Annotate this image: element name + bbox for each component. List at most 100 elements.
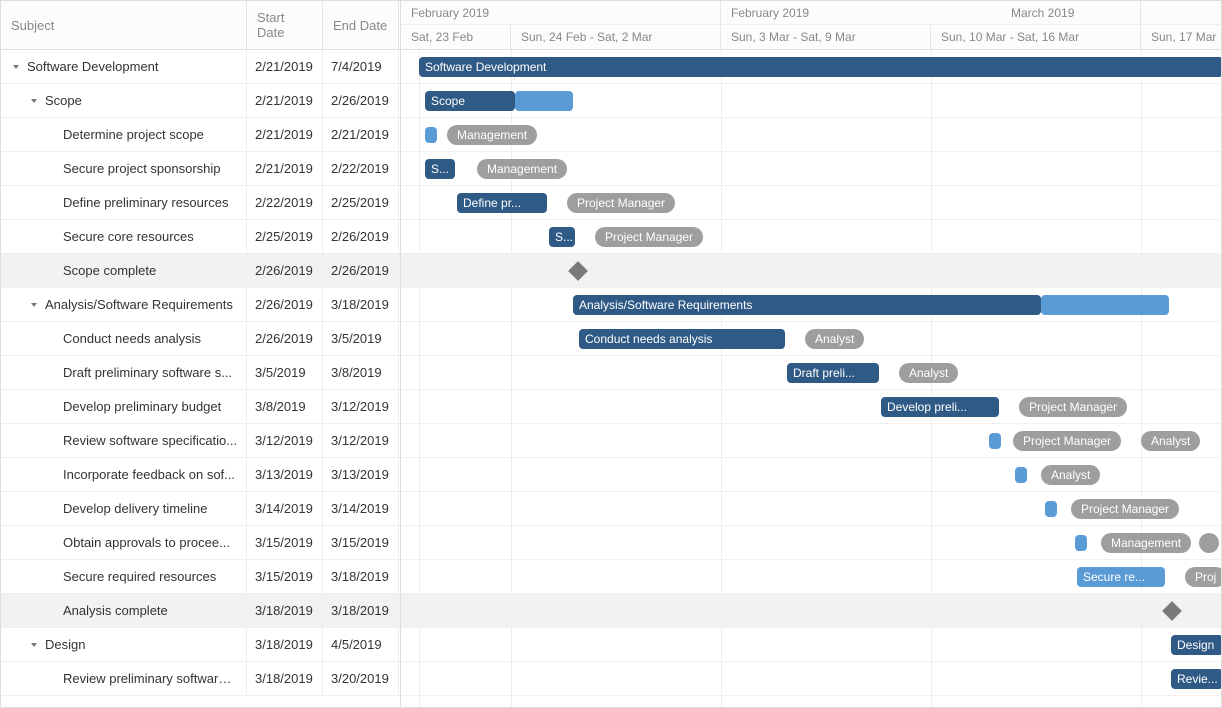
tree-panel: Subject Start Date End Date Software Dev… [1,1,401,707]
gantt-bar[interactable]: Define pr... [457,193,547,213]
start-date-cell: 3/18/2019 [247,662,323,695]
tree-row[interactable]: Secure project sponsorship2/21/20192/22/… [1,152,400,186]
tree-body: Software Development2/21/20197/4/2019Sco… [1,50,400,707]
gantt-bar[interactable]: S... [425,159,455,179]
end-date-cell: 2/25/2019 [323,186,399,219]
subject-text: Review software specificatio... [63,433,237,448]
tree-row[interactable]: Define preliminary resources 2/22/20192/2… [1,186,400,220]
timescale-bottom-cell: Sun, 3 Mar - Sat, 9 Mar [721,25,931,49]
timescale-bottom-cell: Sun, 17 Mar [1141,25,1221,49]
tree-row[interactable]: Review software specificatio... 3/12/2019… [1,424,400,458]
tree-row[interactable]: Determine project scope2/21/20192/21/201… [1,118,400,152]
tree-header: Subject Start Date End Date [1,1,400,50]
end-date-cell: 3/8/2019 [323,356,399,389]
resource-tag: Management [1101,533,1191,553]
expander-icon[interactable] [27,298,41,312]
gantt-bar[interactable]: Conduct needs analysis [579,329,785,349]
subject-text: Determine project scope [63,127,204,142]
tree-row[interactable]: Scope complete 2/26/20192/26/2019 [1,254,400,288]
end-date-cell: 3/14/2019 [323,492,399,525]
subject-text: Analysis complete [63,603,168,618]
subject-text: Scope complete [63,263,156,278]
tree-row[interactable]: Secure core resources2/25/20192/26/2019 [1,220,400,254]
tree-row[interactable]: Software Development2/21/20197/4/2019 [1,50,400,84]
col-header-end[interactable]: End Date [323,1,399,49]
gantt-bar[interactable]: Design [1171,635,1221,655]
gantt-bar[interactable]: Secure re... [1077,567,1165,587]
col-header-subject[interactable]: Subject [1,1,247,49]
tree-row[interactable]: Review preliminary software ...3/18/2019… [1,662,400,696]
chart-body[interactable]: Software DevelopmentScopeManagementS...M… [401,50,1221,707]
gantt-bar[interactable] [515,91,573,111]
gantt-bar[interactable]: Develop preli... [881,397,999,417]
start-date-cell: 3/15/2019 [247,526,323,559]
start-date-cell: 2/26/2019 [247,254,323,287]
start-date-cell: 2/22/2019 [247,186,323,219]
gantt-bar[interactable] [1015,467,1027,483]
tree-row[interactable]: Analysis complete3/18/20193/18/2019 [1,594,400,628]
expander-icon[interactable] [9,60,23,74]
timescale-bottom-cell: Sun, 10 Mar - Sat, 16 Mar [931,25,1141,49]
tree-row[interactable]: Secure required resources3/15/20193/18/2… [1,560,400,594]
col-header-start[interactable]: Start Date [247,1,323,49]
tree-row[interactable]: Obtain approvals to procee...3/15/20193/… [1,526,400,560]
end-date-cell: 3/13/2019 [323,458,399,491]
gantt-bar[interactable]: Revie... [1171,669,1221,689]
tree-row[interactable]: Design3/18/20194/5/2019 [1,628,400,662]
timescale-bottom-cell: Sun, 24 Feb - Sat, 2 Mar [511,25,721,49]
tree-row[interactable]: Conduct needs analysis2/26/20193/5/2019 [1,322,400,356]
tree-row[interactable]: Develop delivery timeline3/14/20193/14/2… [1,492,400,526]
end-date-cell: 4/5/2019 [323,628,399,661]
end-date-cell: 3/18/2019 [323,594,399,627]
gantt-bar[interactable]: Analysis/Software Requirements [573,295,1041,315]
subject-text: Design [45,637,85,652]
resource-tag: Project Manager [1071,499,1179,519]
gantt-bar[interactable]: Scope [425,91,515,111]
gantt-bar[interactable] [1075,535,1087,551]
gantt-bar[interactable]: Software Development [419,57,1221,77]
gantt-bar[interactable] [989,433,1001,449]
end-date-cell: 3/18/2019 [323,288,399,321]
gantt-bar[interactable]: Draft preli... [787,363,879,383]
gantt-bar[interactable] [1041,295,1169,315]
resource-tag: Project Manager [1013,431,1121,451]
gantt-control: Subject Start Date End Date Software Dev… [0,0,1222,708]
expander-icon[interactable] [27,638,41,652]
subject-text: Develop preliminary budget [63,399,221,414]
start-date-cell: 3/13/2019 [247,458,323,491]
expander-icon[interactable] [27,94,41,108]
subject-text: Conduct needs analysis [63,331,201,346]
subject-text: Secure project sponsorship [63,161,221,176]
subject-text: Develop delivery timeline [63,501,208,516]
resource-tag: Proj [1185,567,1221,587]
end-date-cell: 3/20/2019 [323,662,399,695]
tree-row[interactable]: Develop preliminary budget 3/8/20193/12/2… [1,390,400,424]
subject-text: Scope [45,93,82,108]
start-date-cell: 2/21/2019 [247,84,323,117]
subject-text: Define preliminary resources [63,195,228,210]
start-date-cell: 3/15/2019 [247,560,323,593]
tree-row[interactable]: Analysis/Software Requirements2/26/20193… [1,288,400,322]
resource-tag: Analyst [1041,465,1100,485]
resource-tag: Project Manager [595,227,703,247]
subject-text: Obtain approvals to procee... [63,535,230,550]
timescale-top-cell: February 2019 [401,1,721,24]
end-date-cell: 2/26/2019 [323,220,399,253]
start-date-cell: 3/12/2019 [247,424,323,457]
gantt-bar[interactable] [1045,501,1057,517]
timescale-bottom-cell: Sat, 23 Feb [401,25,511,49]
end-date-cell: 3/12/2019 [323,390,399,423]
tree-row[interactable]: Incorporate feedback on sof...3/13/20193… [1,458,400,492]
end-date-cell: 2/26/2019 [323,254,399,287]
end-date-cell: 3/5/2019 [323,322,399,355]
gantt-bar[interactable]: S... [549,227,575,247]
tree-row[interactable]: Draft preliminary software s...3/5/20193… [1,356,400,390]
tree-row[interactable]: Scope2/21/20192/26/2019 [1,84,400,118]
start-date-cell: 3/8/2019 [247,390,323,423]
end-date-cell: 3/18/2019 [323,560,399,593]
gantt-bar[interactable] [425,127,437,143]
start-date-cell: 2/21/2019 [247,118,323,151]
subject-text: Software Development [27,59,159,74]
start-date-cell: 2/25/2019 [247,220,323,253]
end-date-cell: 7/4/2019 [323,50,399,83]
